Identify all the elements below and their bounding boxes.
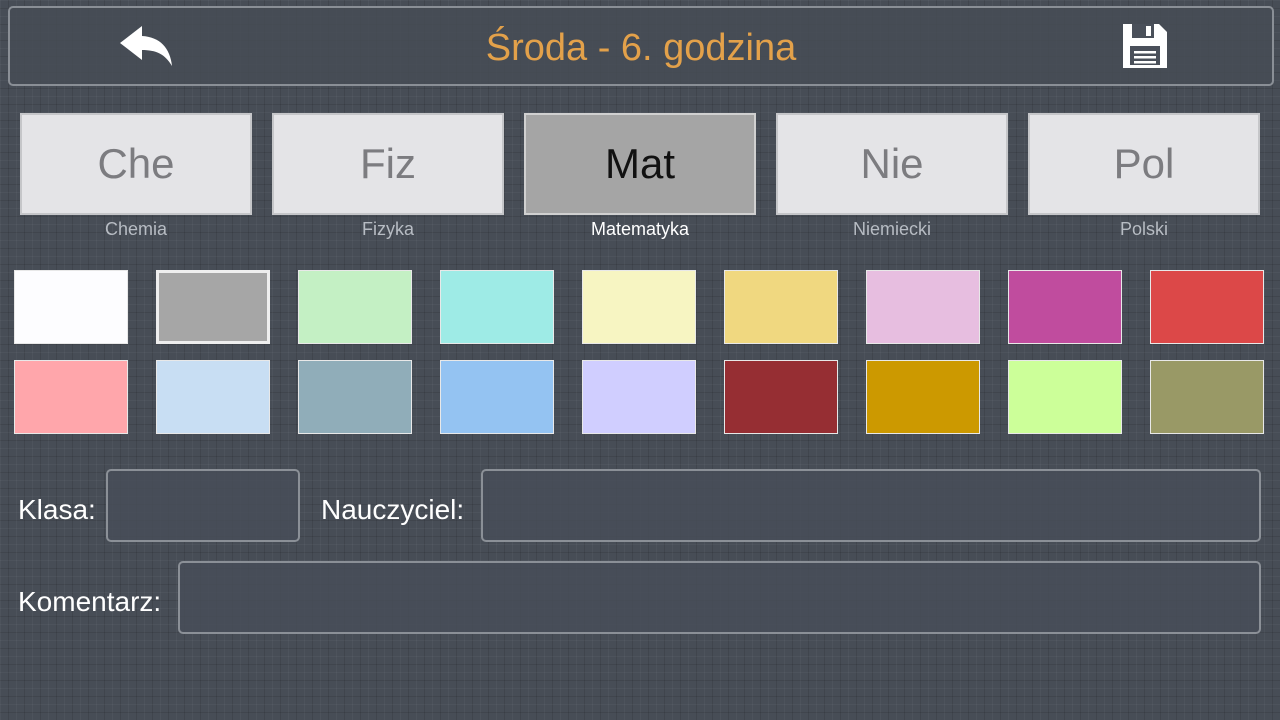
color-swatch[interactable] xyxy=(1150,270,1264,344)
subject-button-pol[interactable]: Pol xyxy=(1028,113,1260,215)
subject-button-mat[interactable]: Mat xyxy=(524,113,756,215)
color-swatch[interactable] xyxy=(724,360,838,434)
subject-label-chemia: Chemia xyxy=(104,219,168,239)
subject-label-polski: Polski xyxy=(1119,219,1168,239)
color-swatch[interactable] xyxy=(1008,270,1122,344)
color-swatch[interactable] xyxy=(1008,360,1122,434)
klasa-input[interactable] xyxy=(106,469,300,542)
nauczyciel-label: Nauczyciel: xyxy=(321,494,465,525)
color-swatch[interactable] xyxy=(1150,360,1264,434)
color-swatch[interactable] xyxy=(724,270,838,344)
color-swatch[interactable] xyxy=(440,360,554,434)
color-swatch[interactable] xyxy=(582,270,696,344)
subject-button-fiz[interactable]: Fiz xyxy=(272,113,504,215)
subject-label-fizyka: Fizyka xyxy=(361,219,414,239)
color-swatch[interactable] xyxy=(298,270,412,344)
subject-button-che[interactable]: Che xyxy=(20,113,252,215)
klasa-label: Klasa: xyxy=(18,494,96,525)
color-swatch[interactable] xyxy=(440,270,554,344)
color-swatch[interactable] xyxy=(156,270,270,344)
komentarz-input[interactable] xyxy=(178,561,1261,634)
color-swatch[interactable] xyxy=(156,360,270,434)
subject-label-matematyka: Matematyka xyxy=(590,219,690,239)
color-swatch[interactable] xyxy=(866,360,980,434)
color-swatch[interactable] xyxy=(866,270,980,344)
top-bar: Środa - 6. godzina xyxy=(8,6,1274,86)
floppy-disk-icon xyxy=(1123,24,1167,68)
color-swatch[interactable] xyxy=(298,360,412,434)
komentarz-label: Komentarz: xyxy=(18,586,162,617)
save-button[interactable] xyxy=(1110,16,1180,76)
subject-label-niemiecki: Niemiecki xyxy=(852,219,931,239)
subject-button-nie[interactable]: Nie xyxy=(776,113,1008,215)
color-swatch[interactable] xyxy=(14,270,128,344)
color-swatch[interactable] xyxy=(14,360,128,434)
page-title: Środa - 6. godzina xyxy=(485,27,797,69)
nauczyciel-input[interactable] xyxy=(481,469,1261,542)
color-swatch[interactable] xyxy=(582,360,696,434)
